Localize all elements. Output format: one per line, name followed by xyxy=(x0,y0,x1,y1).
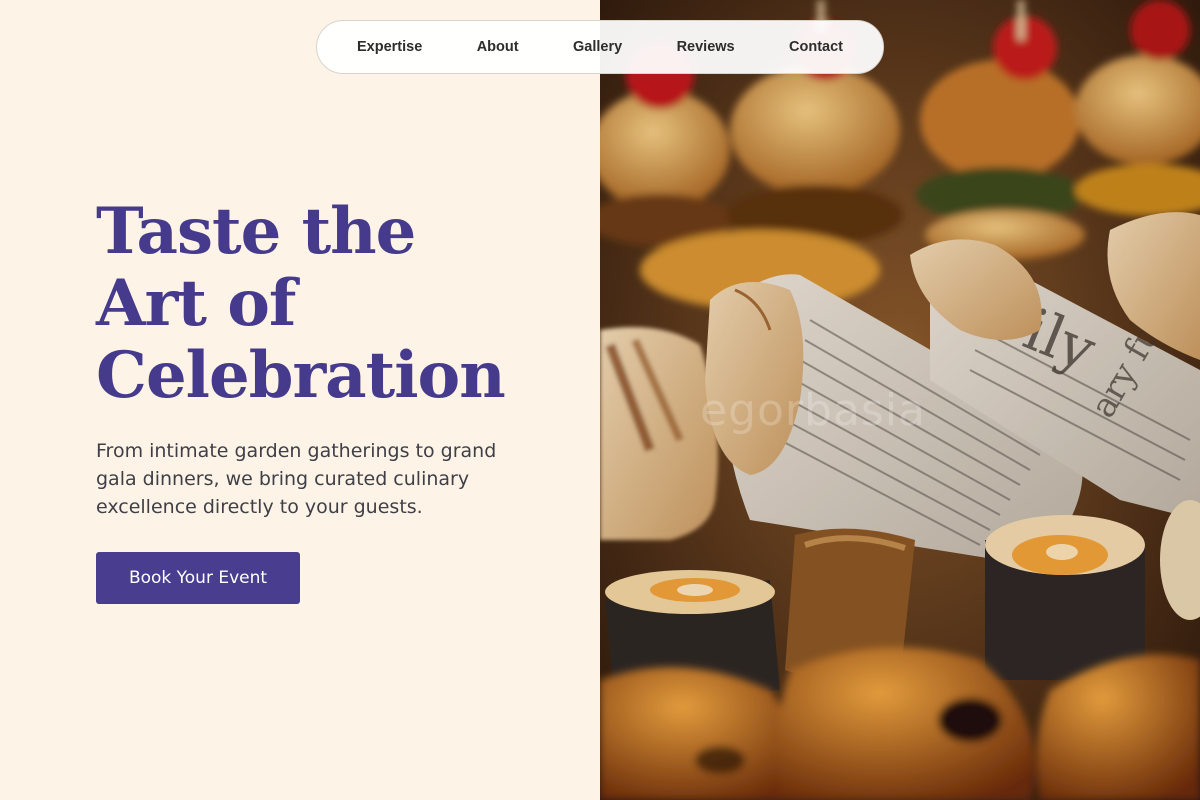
nav-item-contact[interactable]: Contact xyxy=(789,39,843,55)
hero-title-line-2: Art of xyxy=(96,266,296,341)
nav-item-gallery[interactable]: Gallery xyxy=(573,39,622,55)
hero-title-line-3: Celebration xyxy=(96,338,506,413)
image-watermark: egorbasia xyxy=(700,385,927,436)
nav-item-expertise[interactable]: Expertise xyxy=(357,39,422,55)
top-nav: Expertise About Gallery Reviews Contact xyxy=(316,20,884,74)
hero-section: Taste the Art of Celebration From intima… xyxy=(0,0,600,800)
hero-title: Taste the Art of Celebration xyxy=(96,196,556,412)
hero-subtitle: From intimate garden gatherings to grand… xyxy=(96,440,497,518)
book-event-button[interactable]: Book Your Event xyxy=(96,552,300,604)
nav-item-about[interactable]: About xyxy=(477,39,519,55)
nav-item-reviews[interactable]: Reviews xyxy=(677,39,735,55)
hero-title-line-1: Taste the xyxy=(96,194,416,269)
